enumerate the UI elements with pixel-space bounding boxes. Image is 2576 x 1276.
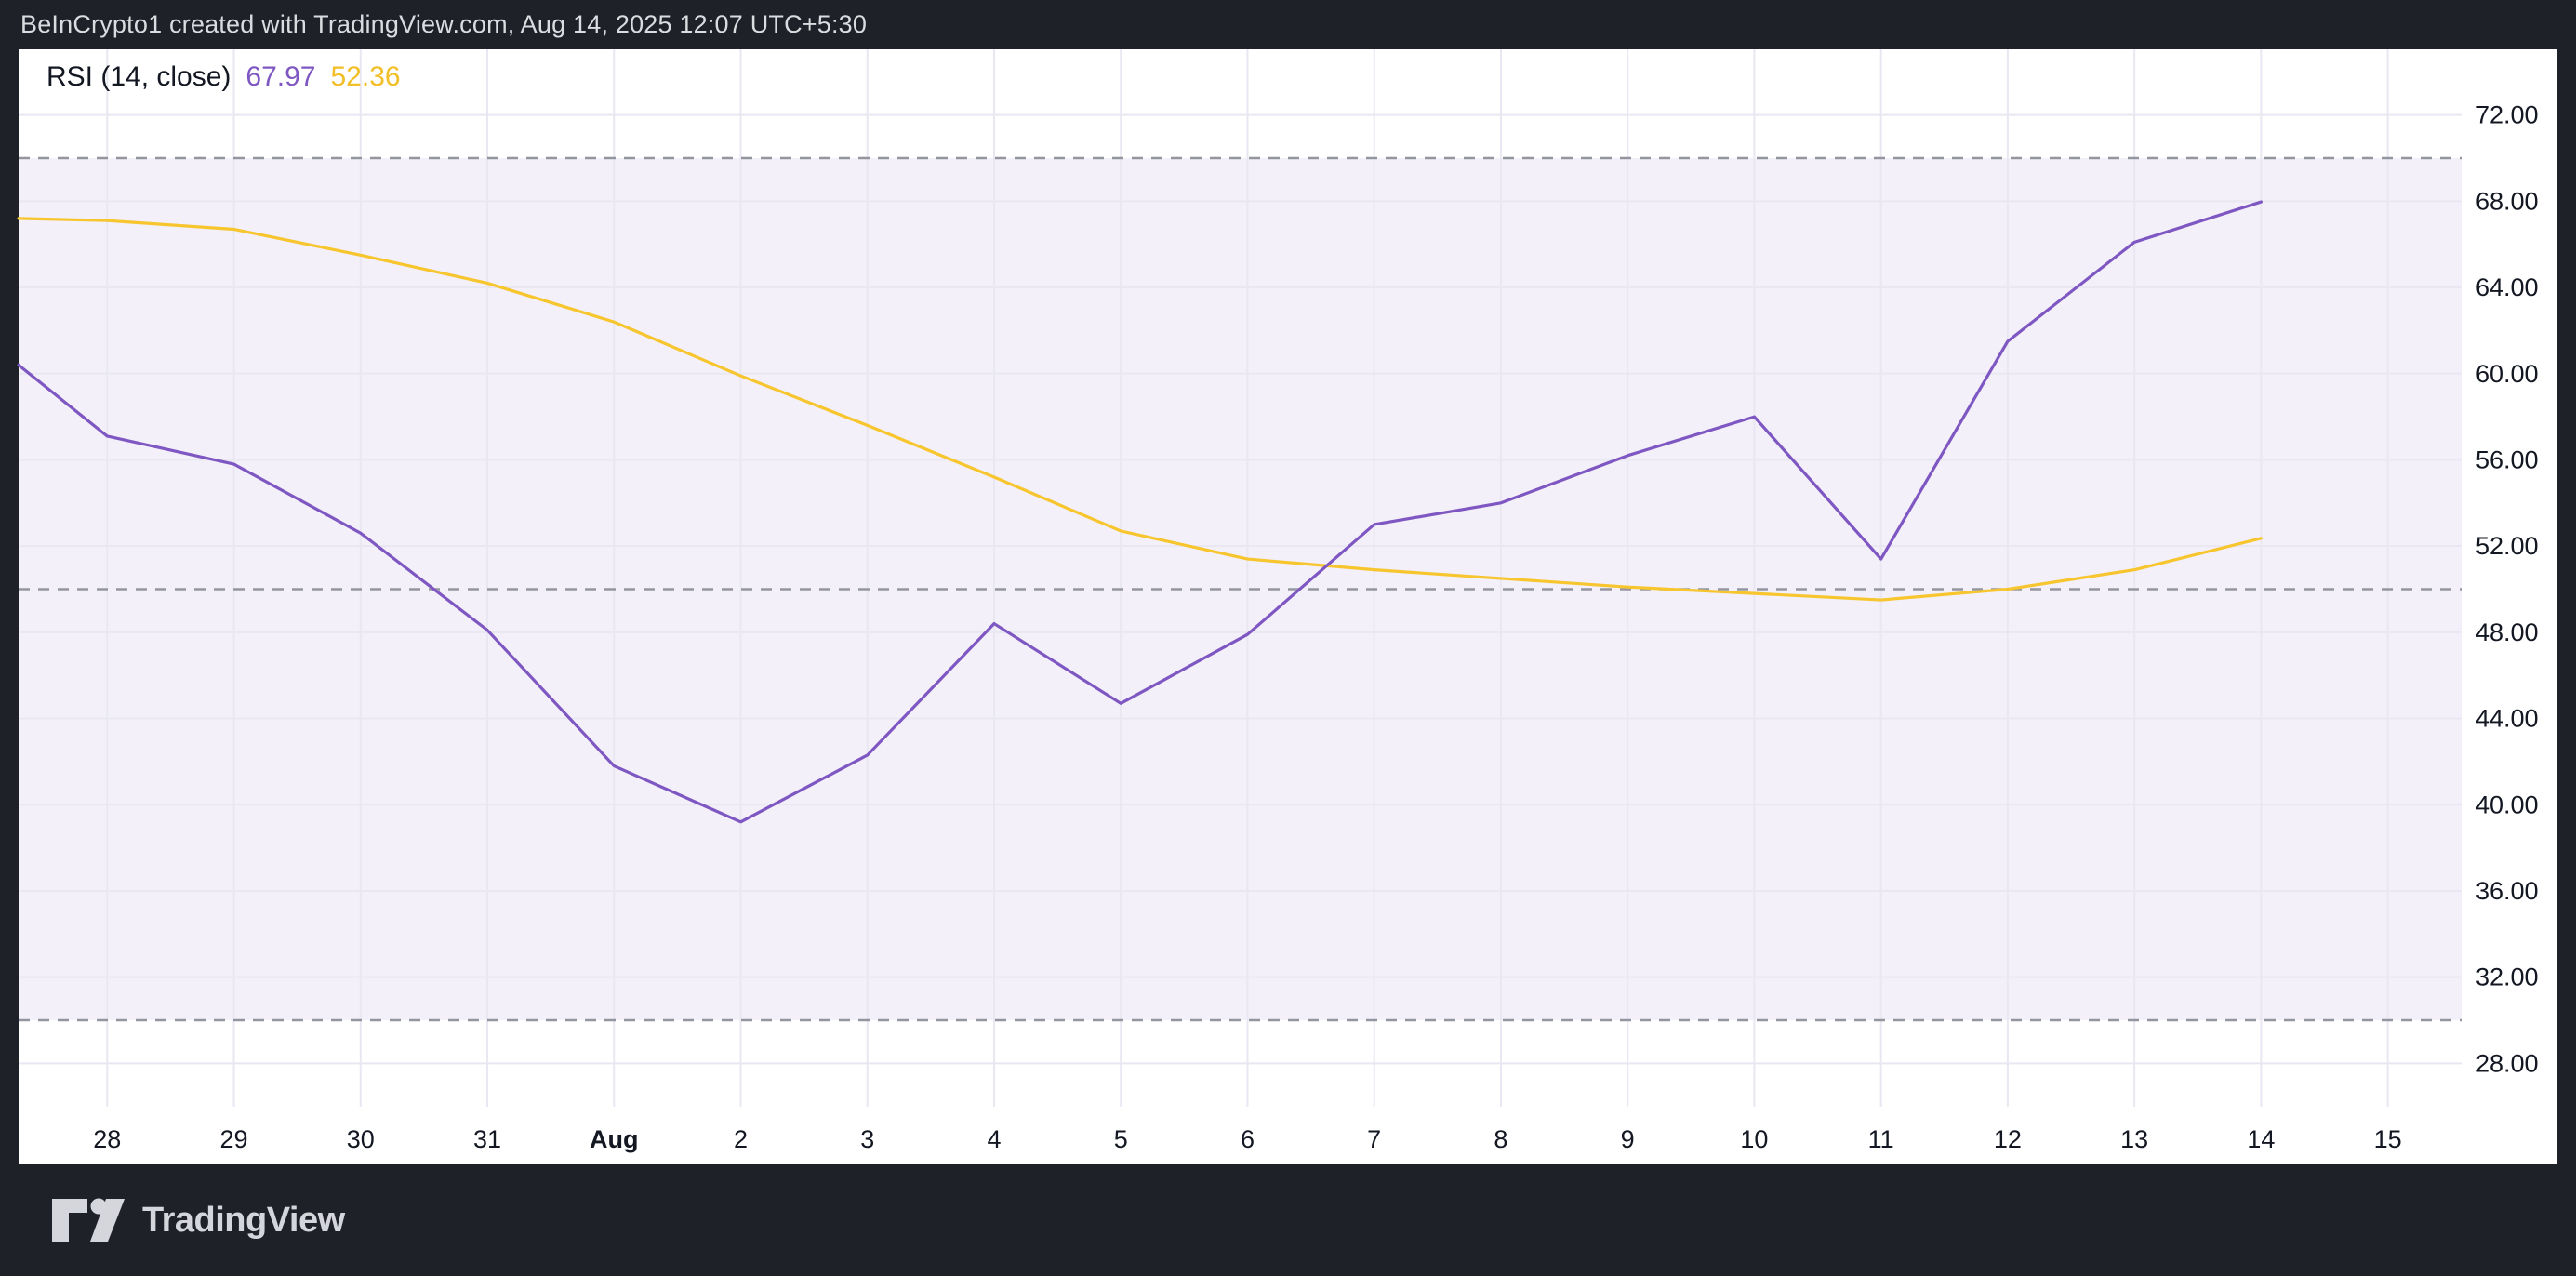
y-axis-label: 52.00 bbox=[2476, 532, 2539, 560]
y-axis-label: 72.00 bbox=[2476, 101, 2539, 129]
chart-frame: 72.00 68.00 64.00 60.00 56.00 52.00 48.00 44.00… bbox=[0, 0, 2576, 1276]
y-axis-label: 64.00 bbox=[2476, 273, 2539, 301]
ma-current-value: 52.36 bbox=[330, 61, 401, 92]
x-axis-label[interactable]: 28 bbox=[93, 1125, 121, 1153]
y-axis-label: 32.00 bbox=[2476, 964, 2539, 991]
x-axis-label[interactable]: 15 bbox=[2374, 1125, 2402, 1153]
x-axis-label[interactable]: 11 bbox=[1868, 1125, 1894, 1153]
y-axis-label: 56.00 bbox=[2476, 445, 2539, 473]
chart-header: BeInCrypto1 created with TradingView.com… bbox=[20, 0, 867, 49]
header-attribution-text: BeInCrypto1 created with TradingView.com… bbox=[20, 10, 868, 38]
x-axis-label[interactable]: 12 bbox=[1994, 1125, 2022, 1153]
rsi-current-value: 67.97 bbox=[246, 61, 316, 92]
x-axis-label[interactable]: 4 bbox=[987, 1125, 1001, 1153]
y-axis-label: 60.00 bbox=[2476, 360, 2539, 388]
x-axis-label[interactable]: 30 bbox=[347, 1125, 375, 1153]
y-axis-label: 36.00 bbox=[2476, 877, 2539, 905]
x-axis-label[interactable]: 31 bbox=[473, 1125, 501, 1153]
x-axis-label[interactable]: 10 bbox=[1740, 1125, 1768, 1153]
x-axis-label[interactable]: 5 bbox=[1114, 1125, 1128, 1153]
x-axis-label[interactable]: 13 bbox=[2120, 1125, 2148, 1153]
y-axis-label: 48.00 bbox=[2476, 618, 2539, 646]
tradingview-logo-icon bbox=[52, 1198, 125, 1242]
y-axis-label: 68.00 bbox=[2476, 187, 2539, 215]
y-axis-label: 28.00 bbox=[2476, 1049, 2539, 1077]
rsi-chart-canvas[interactable]: 72.00 68.00 64.00 60.00 56.00 52.00 48.00 44.00… bbox=[0, 0, 2576, 1276]
tradingview-branding[interactable]: TradingView bbox=[51, 1194, 345, 1246]
x-axis-label[interactable]: 14 bbox=[2247, 1125, 2275, 1153]
x-axis-label[interactable]: 2 bbox=[734, 1125, 748, 1153]
x-axis-label[interactable]: 8 bbox=[1494, 1125, 1507, 1153]
indicator-legend[interactable]: RSI (14, close) 67.97 52.36 bbox=[46, 61, 401, 93]
x-axis-label[interactable]: Aug bbox=[590, 1125, 638, 1153]
x-axis-label[interactable]: 29 bbox=[220, 1125, 248, 1153]
indicator-name-label[interactable]: RSI (14, close) bbox=[46, 61, 231, 93]
x-axis-label[interactable]: 9 bbox=[1621, 1125, 1635, 1153]
y-axis-label: 44.00 bbox=[2476, 705, 2539, 733]
x-axis-label[interactable]: 3 bbox=[860, 1125, 874, 1153]
x-axis-label[interactable]: 6 bbox=[1241, 1125, 1255, 1153]
tradingview-wordmark: TradingView bbox=[142, 1201, 345, 1240]
y-axis-label: 40.00 bbox=[2476, 791, 2539, 818]
x-axis-label[interactable]: 7 bbox=[1367, 1125, 1381, 1153]
